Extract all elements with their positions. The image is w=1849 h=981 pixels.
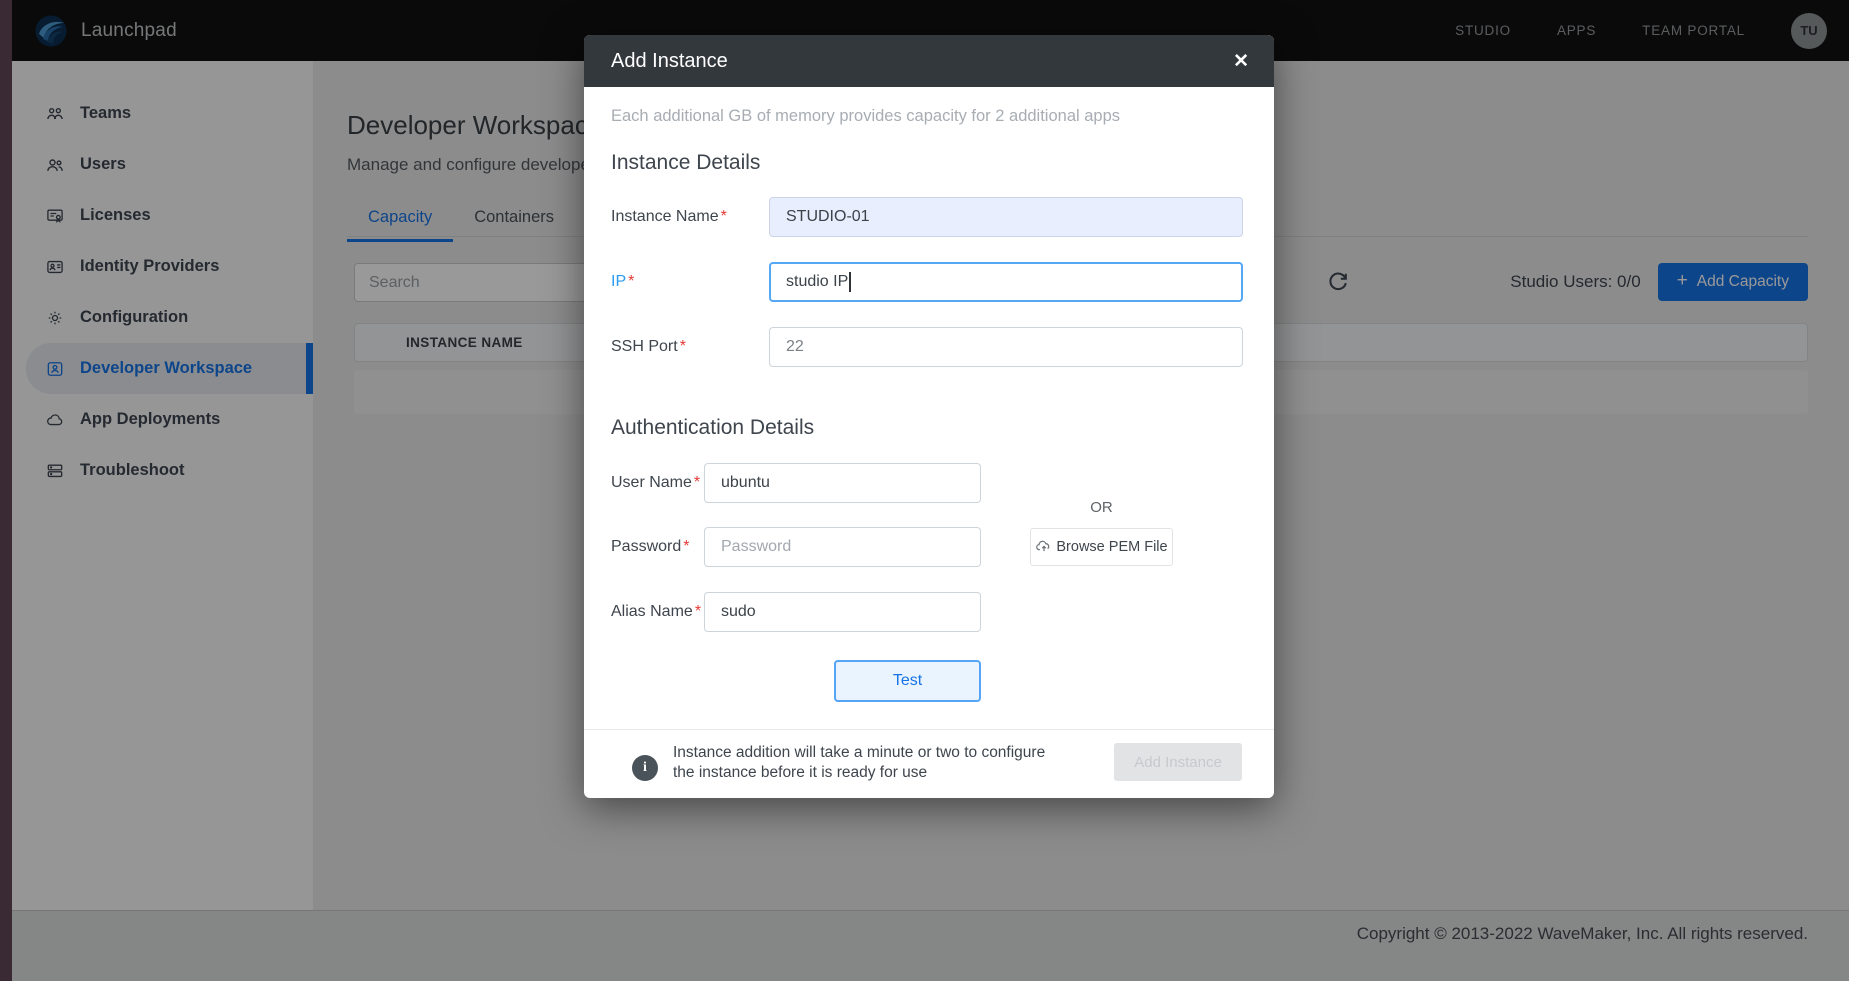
modal-header: Add Instance ✕ (584, 35, 1274, 87)
field-row-user-name: User Name* (611, 463, 981, 503)
alias-name-input[interactable] (704, 592, 981, 632)
required-marker: * (628, 273, 634, 290)
field-row-password: Password* (611, 527, 981, 567)
browse-pem-label: Browse PEM File (1056, 539, 1167, 555)
password-label: Password* (611, 538, 704, 556)
field-row-ssh-port: SSH Port* (611, 327, 1243, 367)
required-marker: * (680, 338, 686, 355)
note-line-1: Instance addition will take a minute or … (673, 743, 1045, 763)
text-caret (849, 272, 851, 292)
modal-footer-divider (584, 729, 1274, 730)
required-marker: * (683, 538, 689, 555)
field-row-instance-name: Instance Name* (611, 197, 1243, 237)
ssh-port-label: SSH Port* (611, 338, 769, 356)
or-separator: OR (1030, 499, 1173, 516)
user-name-label: User Name* (611, 474, 704, 492)
close-icon[interactable]: ✕ (1233, 50, 1249, 73)
instance-note: Instance addition will take a minute or … (673, 743, 1045, 782)
add-instance-button[interactable]: Add Instance (1114, 743, 1242, 781)
field-row-alias-name: Alias Name* (611, 592, 981, 632)
add-instance-modal: Add Instance ✕ Each additional GB of mem… (584, 35, 1274, 798)
required-marker: * (721, 208, 727, 225)
ip-label: IP* (611, 273, 769, 291)
note-line-2: the instance before it is ready for use (673, 763, 1045, 783)
modal-hint: Each additional GB of memory provides ca… (611, 107, 1120, 126)
required-marker: * (695, 603, 701, 620)
section-instance-details: Instance Details (611, 151, 760, 175)
desktop-edge-strip (0, 0, 12, 981)
browse-pem-button[interactable]: Browse PEM File (1030, 528, 1173, 566)
test-button[interactable]: Test (834, 660, 981, 702)
ip-input[interactable]: studio IP (769, 262, 1243, 302)
field-row-ip: IP* studio IP (611, 262, 1243, 302)
alias-name-label: Alias Name* (611, 603, 704, 621)
section-authentication-details: Authentication Details (611, 416, 814, 440)
modal-title: Add Instance (611, 50, 728, 73)
screen: Launchpad STUDIO APPS TEAM PORTAL TU Tea… (0, 0, 1849, 981)
required-marker: * (694, 474, 700, 491)
user-name-input[interactable] (704, 463, 981, 503)
upload-cloud-icon (1035, 538, 1053, 556)
info-icon: i (632, 755, 658, 781)
instance-name-input[interactable] (769, 197, 1243, 237)
password-input[interactable] (704, 527, 981, 567)
ssh-port-input[interactable] (769, 327, 1243, 367)
instance-name-label: Instance Name* (611, 208, 769, 226)
